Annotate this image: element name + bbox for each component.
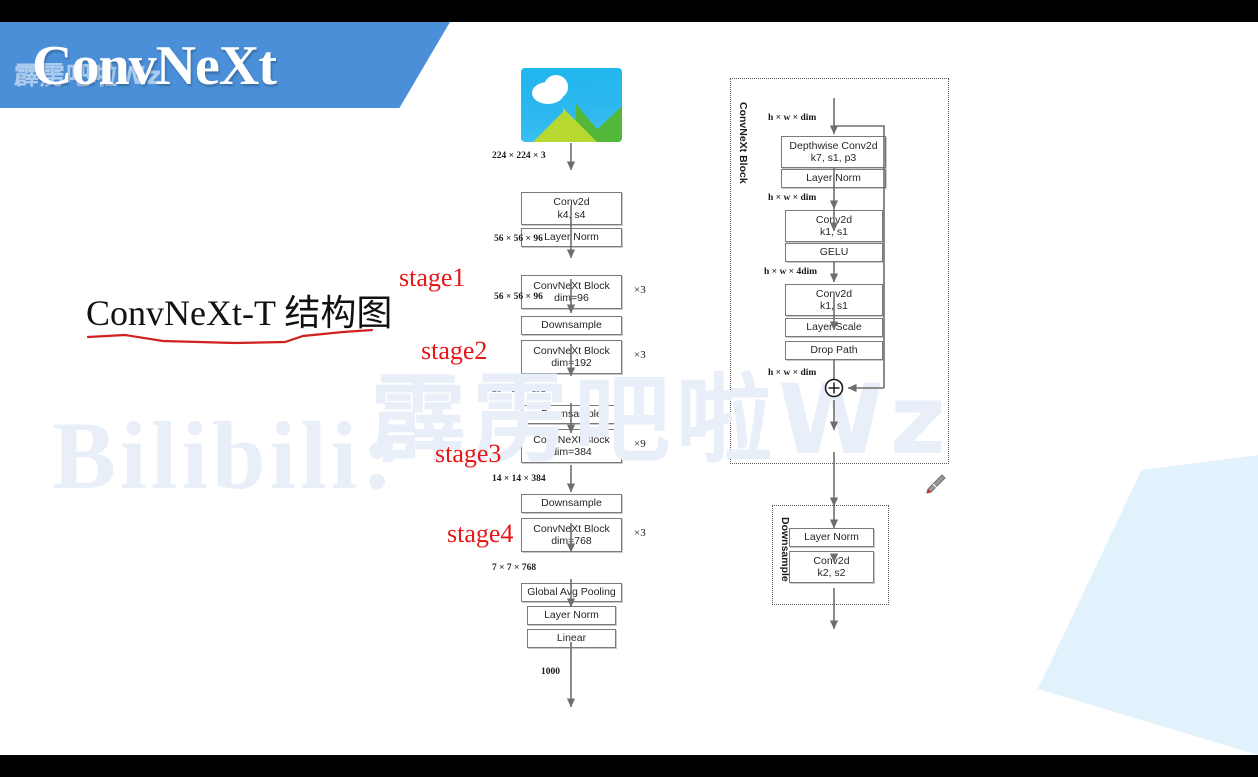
annotation-stage3: stage3 (435, 439, 502, 468)
annotation-stage2: stage2 (421, 336, 488, 365)
annotation-stage1: stage1 (399, 263, 466, 292)
heading-underline-annotation (86, 328, 374, 345)
letterbox-top (0, 0, 1258, 22)
pen-cursor-icon (926, 474, 946, 494)
letterbox-bottom (0, 755, 1258, 777)
diagram-connectors (566, 98, 885, 708)
page-title: ConvNeXt (32, 35, 277, 97)
slide-canvas: Bilibili: 霹雳吧啦Wz 霹雳吧啦Wz ConvNeXt ConvNeX… (0, 22, 1258, 755)
annotation-stage4: stage4 (447, 519, 514, 548)
